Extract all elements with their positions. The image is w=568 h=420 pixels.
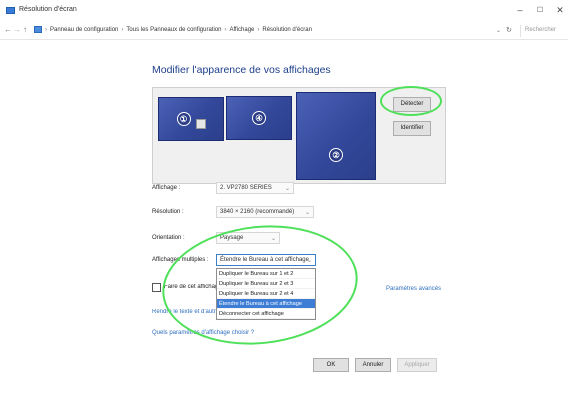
- up-arrow-icon[interactable]: ↑: [23, 25, 27, 34]
- monitor-number-badge: ②: [329, 148, 343, 162]
- orientation-label: Orientation :: [152, 235, 185, 241]
- advanced-settings-link[interactable]: Paramètres avancés: [386, 286, 441, 292]
- breadcrumb: › Panneau de configuration › Tous les Pa…: [34, 26, 312, 33]
- search-input[interactable]: Rechercher: [520, 25, 568, 37]
- breadcrumb-resolution[interactable]: Résolution d'écran: [262, 27, 312, 33]
- address-dropdown-icon[interactable]: ⌄: [496, 27, 501, 34]
- display-label: Affichage :: [152, 185, 181, 191]
- refresh-icon[interactable]: ↻: [506, 26, 512, 34]
- close-button[interactable]: ✕: [552, 5, 568, 16]
- monitor-number-badge: ④: [252, 111, 266, 125]
- monitor-4[interactable]: ④: [226, 96, 292, 140]
- chevron-down-icon: ⌄: [284, 186, 290, 192]
- minimize-button[interactable]: –: [512, 5, 528, 15]
- forward-arrow-icon[interactable]: →: [13, 25, 21, 34]
- monitor-number-badge: ①: [176, 112, 191, 126]
- breadcrumb-control-panel[interactable]: Panneau de configuration: [50, 27, 118, 33]
- back-arrow-icon[interactable]: ←: [4, 25, 12, 34]
- breadcrumb-all-panels[interactable]: Tous les Panneaux de configuration: [126, 27, 221, 33]
- maximize-button[interactable]: ☐: [532, 6, 548, 14]
- chevron-down-icon: ⌄: [304, 210, 310, 216]
- page-title: Modifier l'apparence de vos affichages: [152, 64, 331, 76]
- resolution-label: Résolution :: [152, 209, 184, 215]
- window-title: Résolution d'écran: [19, 6, 77, 13]
- apply-button[interactable]: Appliquer: [397, 358, 437, 372]
- monitor-1[interactable]: ①: [158, 97, 224, 141]
- control-panel-icon: [34, 26, 42, 33]
- identify-button[interactable]: Identifier: [393, 121, 431, 136]
- resolution-select[interactable]: 3840 × 2160 (recommandé) ⌄: [216, 206, 314, 218]
- monitor-overlap-marker: [195, 119, 206, 129]
- breadcrumb-display[interactable]: Affichage: [229, 27, 254, 33]
- title-bar: [0, 0, 568, 22]
- ok-button[interactable]: OK: [313, 358, 349, 372]
- main-display-checkbox[interactable]: [152, 283, 161, 292]
- annotation-circle-detect: [380, 86, 442, 116]
- display-app-icon: [6, 7, 15, 14]
- monitor-2-selected[interactable]: ②: [296, 92, 376, 180]
- cancel-button[interactable]: Annuler: [355, 358, 391, 372]
- display-select[interactable]: 2. VP2780 SERIES ⌄: [216, 182, 294, 194]
